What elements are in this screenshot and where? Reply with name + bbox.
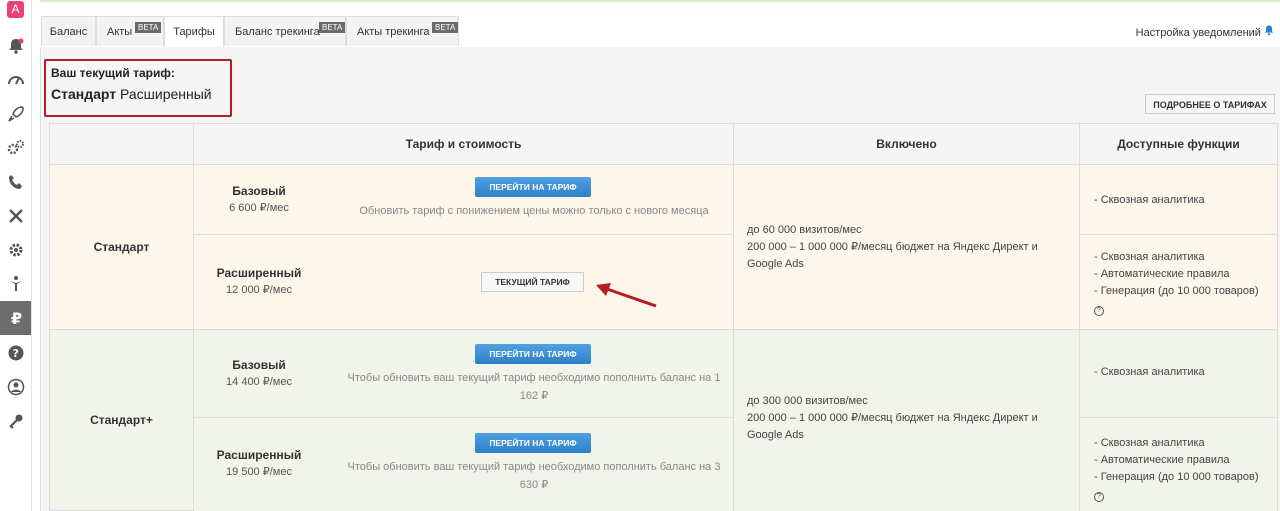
switch-tariff-button[interactable]: ПЕРЕЙТИ НА ТАРИФ — [475, 177, 591, 197]
current-tariff-label: Ваш текущий тариф: — [51, 66, 175, 80]
gears-icon[interactable] — [0, 131, 31, 165]
group-label: Стандарт+ — [90, 413, 153, 427]
tariff-note: Чтобы обновить ваш текущий тариф необход… — [347, 372, 721, 402]
help-mark: ? — [1094, 492, 1104, 502]
feature-item: - Сквозная аналитика — [1094, 366, 1205, 378]
switch-tariff-button[interactable]: ПЕРЕЙТИ НА ТАРИФ — [475, 433, 591, 453]
tariffs-panel: Ваш текущий тариф: Стандарт Расширенный … — [40, 47, 1280, 511]
sidebar: A ₽ ? — [0, 0, 32, 511]
tab-bar: Баланс Акты BETA Тарифы Баланс трекинга BE… — [40, 13, 1280, 48]
plan-name: Расширенный — [216, 448, 302, 462]
ruble-icon[interactable]: ₽ — [0, 301, 31, 335]
main-content: Баланс Акты BETA Тарифы Баланс трекинга BE… — [40, 13, 1280, 511]
notification-settings-label: Настройка уведомлений — [1135, 27, 1261, 39]
table-row: Базовый 14 400 ₽/мес ПЕРЕЙТИ НА ТАРИФ Чт… — [194, 330, 734, 418]
annotation-arrow-icon — [596, 283, 657, 308]
feature-item: - Автоматические правила — [1094, 268, 1230, 280]
included-visits: до 300 000 визитов/мес — [747, 395, 868, 407]
features-cell: - Сквозная аналитика - Автоматические пр… — [1080, 418, 1278, 511]
table-row: Расширенный 19 500 ₽/мес ПЕРЕЙТИ НА ТАРИ… — [194, 418, 734, 511]
beta-badge: BETA — [135, 22, 162, 33]
tab-acts[interactable]: Акты BETA — [96, 16, 164, 46]
help-icon[interactable]: ? — [1094, 301, 1104, 318]
plan-name: Базовый — [232, 184, 286, 198]
table-row: Базовый 6 600 ₽/мес ПЕРЕЙТИ НА ТАРИФ Обн… — [194, 165, 734, 235]
features-cell: - Сквозная аналитика — [1080, 165, 1278, 235]
current-tariff-level: Расширенный — [120, 86, 212, 102]
header-included: Включено — [734, 123, 1080, 165]
included-visits: до 60 000 визитов/мес — [747, 224, 862, 236]
current-tariff-name: Стандарт Расширенный — [51, 86, 212, 102]
tab-label: Баланс трекинга — [235, 26, 320, 38]
switch-tariff-button[interactable]: ПЕРЕЙТИ НА ТАРИФ — [475, 344, 591, 364]
tariff-note: Обновить тариф с понижением цены можно т… — [359, 205, 709, 217]
plan-price: 14 400 ₽/мес — [226, 376, 292, 388]
more-about-tariffs-button[interactable]: ПОДРОБНЕЕ О ТАРИФАХ — [1145, 94, 1275, 114]
included-budget: 200 000 – 1 000 000 ₽/месяц бюджет на Ян… — [747, 241, 1038, 270]
tab-label: Баланс — [49, 26, 88, 38]
gear-icon[interactable] — [0, 233, 31, 267]
included-budget: 200 000 – 1 000 000 ₽/месяц бюджет на Ян… — [747, 412, 1038, 441]
features-cell: - Сквозная аналитика - Автоматические пр… — [1080, 235, 1278, 330]
app-logo[interactable]: A — [7, 1, 24, 18]
question-icon[interactable]: ? — [0, 336, 31, 370]
bell-icon — [1264, 25, 1274, 36]
current-tariff-button[interactable]: ТЕКУЩИЙ ТАРИФ — [481, 272, 584, 292]
user-icon[interactable] — [0, 370, 31, 404]
tab-balance[interactable]: Баланс — [41, 16, 96, 46]
key-icon[interactable] — [0, 404, 31, 438]
phone-icon[interactable] — [0, 165, 31, 199]
features-cell: - Сквозная аналитика — [1080, 330, 1278, 418]
help-icon[interactable]: ? — [1094, 487, 1104, 504]
tab-label: Акты трекинга — [357, 26, 430, 38]
plan-price: 6 600 ₽/мес — [229, 202, 289, 214]
feature-item: - Автоматические правила — [1094, 454, 1230, 466]
tools-icon[interactable] — [0, 199, 31, 233]
help-mark: ? — [1094, 306, 1104, 316]
feature-item: - Сквозная аналитика — [1094, 251, 1205, 263]
tab-tariffs[interactable]: Тарифы — [164, 16, 224, 48]
tariff-note: Чтобы обновить ваш текущий тариф необход… — [347, 461, 721, 491]
header-tariff-cost: Тариф и стоимость — [194, 123, 734, 165]
tab-tracking-acts[interactable]: Акты трекинга BETA — [346, 16, 459, 46]
plan-price: 12 000 ₽/мес — [226, 284, 292, 296]
group-label: Стандарт — [93, 240, 150, 254]
tab-label: Акты — [107, 26, 133, 38]
tariff-table: Тариф и стоимость Включено Доступные фун… — [49, 123, 1278, 511]
svg-text:₽: ₽ — [11, 309, 22, 327]
current-tariff-box: Ваш текущий тариф: Стандарт Расширенный — [44, 59, 232, 117]
plan-name: Базовый — [232, 358, 286, 372]
tab-label: Тарифы — [173, 26, 215, 38]
top-divider — [40, 0, 1280, 2]
notification-settings-link[interactable]: Настройка уведомлений — [1136, 25, 1274, 39]
beta-badge: BETA — [432, 22, 459, 33]
tab-tracking-balance[interactable]: Баланс трекинга BETA — [224, 16, 346, 46]
group-name-standard-plus: Стандарт+ — [49, 330, 194, 511]
beta-badge: BETA — [319, 22, 346, 33]
plan-name: Расширенный — [216, 266, 302, 280]
included-standard-plus: до 300 000 визитов/мес 200 000 – 1 000 0… — [734, 330, 1080, 511]
bell-icon[interactable] — [0, 29, 31, 63]
header-features: Доступные функции — [1080, 123, 1278, 165]
feature-item: - Сквозная аналитика — [1094, 194, 1205, 206]
plan-price: 19 500 ₽/мес — [226, 466, 292, 478]
feature-item: - Генерация (до 10 000 товаров) — [1094, 285, 1259, 297]
person-icon[interactable] — [0, 267, 31, 301]
svg-text:?: ? — [12, 347, 18, 360]
included-standard: до 60 000 визитов/мес 200 000 – 1 000 00… — [734, 165, 1080, 330]
speedometer-icon[interactable] — [0, 63, 31, 97]
feature-item: - Сквозная аналитика — [1094, 437, 1205, 449]
current-tariff-plan: Стандарт — [51, 86, 117, 102]
feature-item: - Генерация (до 10 000 товаров) — [1094, 471, 1259, 483]
rocket-icon[interactable] — [0, 97, 31, 131]
group-name-standard: Стандарт — [49, 165, 194, 330]
header-empty — [49, 123, 194, 165]
